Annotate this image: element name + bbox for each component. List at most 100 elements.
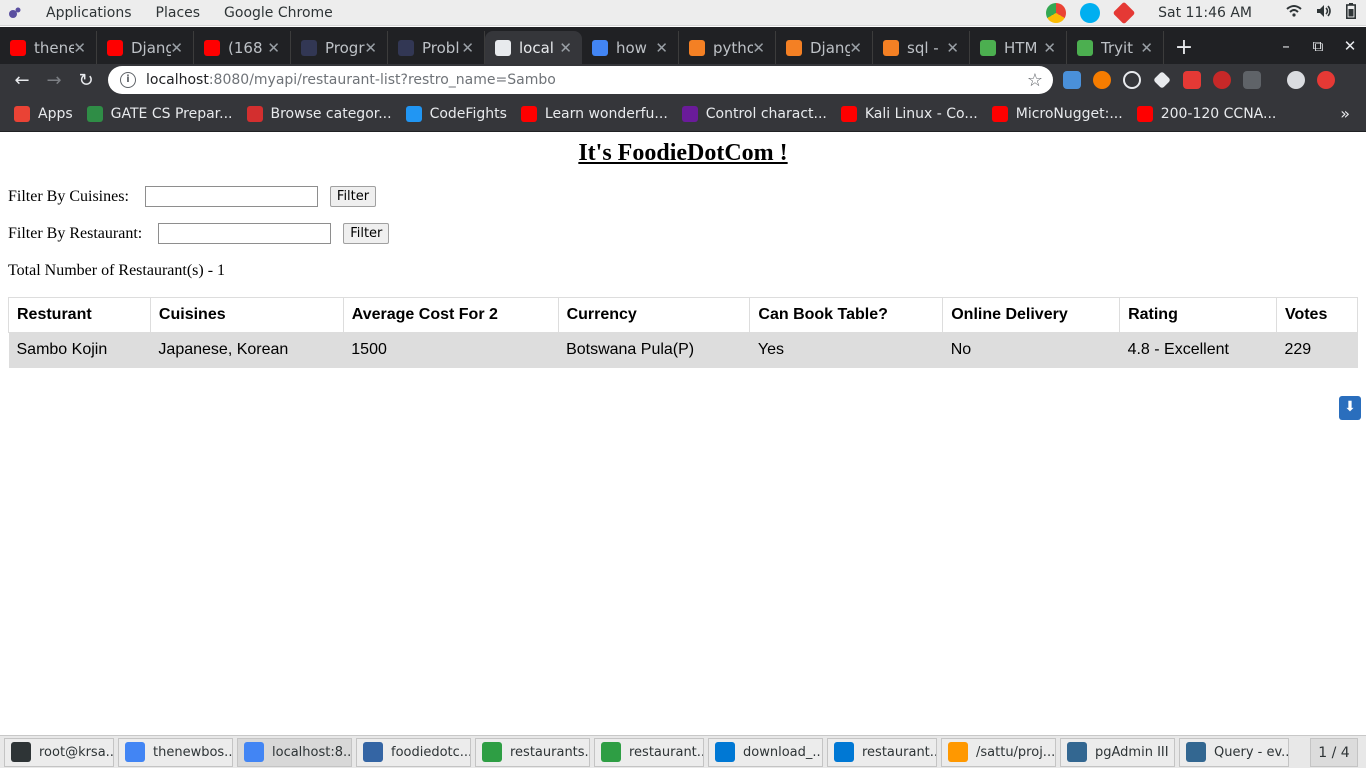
url-host: localhost — [146, 72, 209, 88]
adblock-icon[interactable] — [1213, 71, 1231, 89]
back-button[interactable]: ← — [6, 70, 38, 91]
close-tab-icon[interactable]: ✕ — [655, 39, 668, 57]
close-tab-icon[interactable]: ✕ — [267, 39, 280, 57]
window-controls: – ⧉ ✕ — [1270, 27, 1366, 64]
bookmark-item[interactable]: CodeFights — [405, 105, 507, 122]
taskbar-item[interactable]: pgAdmin III — [1060, 737, 1175, 767]
skype-tray-icon[interactable] — [1080, 3, 1101, 23]
active-app-name[interactable]: Google Chrome — [224, 5, 333, 21]
browser-tab[interactable]: (168 ✕ — [194, 31, 291, 64]
browser-tab[interactable]: Djang ✕ — [97, 31, 194, 64]
anydesk-tray-icon[interactable] — [1112, 1, 1136, 25]
close-tab-icon[interactable]: ✕ — [1043, 39, 1056, 57]
taskbar-item[interactable]: Query - ev... — [1179, 737, 1289, 767]
browser-tab[interactable]: Djang ✕ — [776, 31, 873, 64]
browser-tab[interactable]: local ✕ — [485, 31, 582, 64]
extension-puzzle-icon[interactable] — [1063, 71, 1081, 89]
bookmark-label: MicroNugget:... — [1015, 105, 1123, 122]
taskbar-item[interactable]: localhost:8... — [237, 737, 352, 767]
close-tab-icon[interactable]: ✕ — [946, 39, 959, 57]
taskbar-item[interactable]: root@krsa... — [4, 737, 114, 767]
maximize-icon[interactable]: ⧉ — [1302, 37, 1334, 55]
extension-orange-icon[interactable] — [1093, 71, 1111, 89]
more-bookmarks-icon[interactable]: » — [1340, 104, 1350, 123]
filter-restaurant-input[interactable] — [158, 223, 332, 244]
filter-cuisines-row: Filter By Cuisines: Filter — [8, 186, 377, 207]
column-header-online-delivery: Online Delivery — [942, 297, 1121, 333]
taskbar-item[interactable]: download_... — [708, 737, 823, 767]
filter-cuisines-input[interactable] — [144, 186, 318, 207]
codefights-icon — [405, 105, 422, 122]
bookmark-item[interactable]: Control charact... — [681, 105, 827, 122]
close-tab-icon[interactable]: ✕ — [73, 39, 86, 57]
taskbar-item[interactable]: restaurants... — [475, 737, 590, 767]
bookmarks-bar: Apps GATE CS Prepar... Browse categor... Co… — [0, 96, 1366, 132]
browser-tab[interactable]: how ✕ — [582, 31, 679, 64]
extension-badge-icon[interactable] — [1183, 71, 1201, 89]
browser-tab[interactable]: Progr ✕ — [291, 31, 388, 64]
scroll-down-icon[interactable]: ⬇ — [1339, 396, 1361, 420]
react-devtools-icon[interactable] — [1123, 71, 1141, 89]
files-icon — [363, 742, 383, 762]
close-tab-icon[interactable]: ✕ — [849, 39, 862, 57]
bookmark-star-icon[interactable]: ☆ — [1027, 70, 1043, 91]
taskbar-item[interactable]: thenewbos... — [118, 737, 233, 767]
close-tab-icon[interactable]: ✕ — [364, 39, 377, 57]
browser-tab[interactable]: sql - ✕ — [873, 31, 970, 64]
bookmark-item[interactable]: Kali Linux - Co... — [840, 105, 978, 122]
bookmark-label: GATE CS Prepar... — [110, 105, 233, 122]
applications-menu[interactable]: Applications — [46, 5, 132, 21]
places-menu[interactable]: Places — [156, 5, 201, 21]
browser-tab[interactable]: Tryit ✕ — [1067, 31, 1164, 64]
bookmark-item[interactable]: GATE CS Prepar... — [86, 105, 233, 122]
postgres-icon — [1186, 742, 1206, 762]
profile-avatar-icon[interactable] — [1287, 71, 1305, 89]
cell-online-delivery: No — [942, 332, 1120, 368]
close-tab-icon[interactable]: ✕ — [461, 39, 474, 57]
w3schools-icon — [1077, 39, 1093, 56]
close-window-icon[interactable]: ✕ — [1334, 37, 1366, 55]
geeksforgeeks-icon — [86, 105, 103, 122]
address-bar[interactable]: i localhost:8080/myapi/restaurant-list?r… — [108, 66, 1053, 94]
browser-tab[interactable]: Probl ✕ — [388, 31, 485, 64]
volume-icon[interactable] — [1316, 4, 1332, 22]
taskbar-item[interactable]: foodiedotc... — [356, 737, 471, 767]
postgres-icon — [1067, 742, 1087, 762]
table-header-row: Resturant Cuisines Average Cost For 2 Cu… — [8, 297, 1359, 333]
filter-cuisines-button[interactable]: Filter — [329, 186, 377, 207]
browser-tab[interactable]: HTM ✕ — [970, 31, 1067, 64]
battery-icon[interactable] — [1346, 3, 1356, 23]
close-tab-icon[interactable]: ✕ — [752, 39, 765, 57]
taskbar-item[interactable]: /sattu/proj... — [941, 737, 1056, 767]
browser-tab[interactable]: thene ✕ — [0, 31, 97, 64]
google-icon — [592, 39, 608, 56]
bookmark-item[interactable]: MicroNugget:... — [991, 105, 1123, 122]
filter-restaurant-button[interactable]: Filter — [343, 223, 390, 244]
page-content: It's FoodieDotCom ! Filter By Cuisines: … — [0, 132, 1366, 735]
workspace-pager[interactable]: 1 / 4 — [1310, 738, 1358, 767]
extension-x-icon[interactable] — [1243, 71, 1261, 89]
taskbar-item[interactable]: restaurant... — [594, 737, 704, 767]
bookmark-item[interactable]: 200-120 CCNA... — [1136, 105, 1276, 122]
minimize-icon[interactable]: – — [1270, 37, 1302, 55]
bookmark-item[interactable]: Apps — [14, 105, 73, 122]
window-list-taskbar: root@krsa... thenewbos... localhost:8... fo… — [0, 735, 1366, 768]
stackoverflow-icon — [689, 39, 705, 56]
close-tab-icon[interactable]: ✕ — [1140, 39, 1153, 57]
taskbar-item[interactable]: restaurant... — [827, 737, 937, 767]
update-arrow-icon[interactable] — [1317, 71, 1335, 89]
total-count: Total Number of Restaurant(s) - 1 — [8, 262, 226, 279]
reload-button[interactable]: ↻ — [70, 70, 102, 91]
clock[interactable]: Sat 11:46 AM — [1158, 5, 1252, 21]
bookmark-item[interactable]: Learn wonderfu... — [520, 105, 668, 122]
site-info-icon[interactable]: i — [120, 72, 136, 88]
extension-diamond-icon[interactable] — [1153, 71, 1171, 89]
close-tab-icon[interactable]: ✕ — [559, 39, 572, 57]
wifi-icon[interactable] — [1286, 4, 1302, 22]
close-tab-icon[interactable]: ✕ — [170, 39, 183, 57]
forward-button[interactable]: → — [38, 70, 70, 91]
bookmark-item[interactable]: Browse categor... — [246, 105, 392, 122]
chrome-tray-icon[interactable] — [1046, 3, 1067, 23]
new-tab-button[interactable]: + — [1164, 31, 1204, 64]
browser-tab[interactable]: pytho ✕ — [679, 31, 776, 64]
